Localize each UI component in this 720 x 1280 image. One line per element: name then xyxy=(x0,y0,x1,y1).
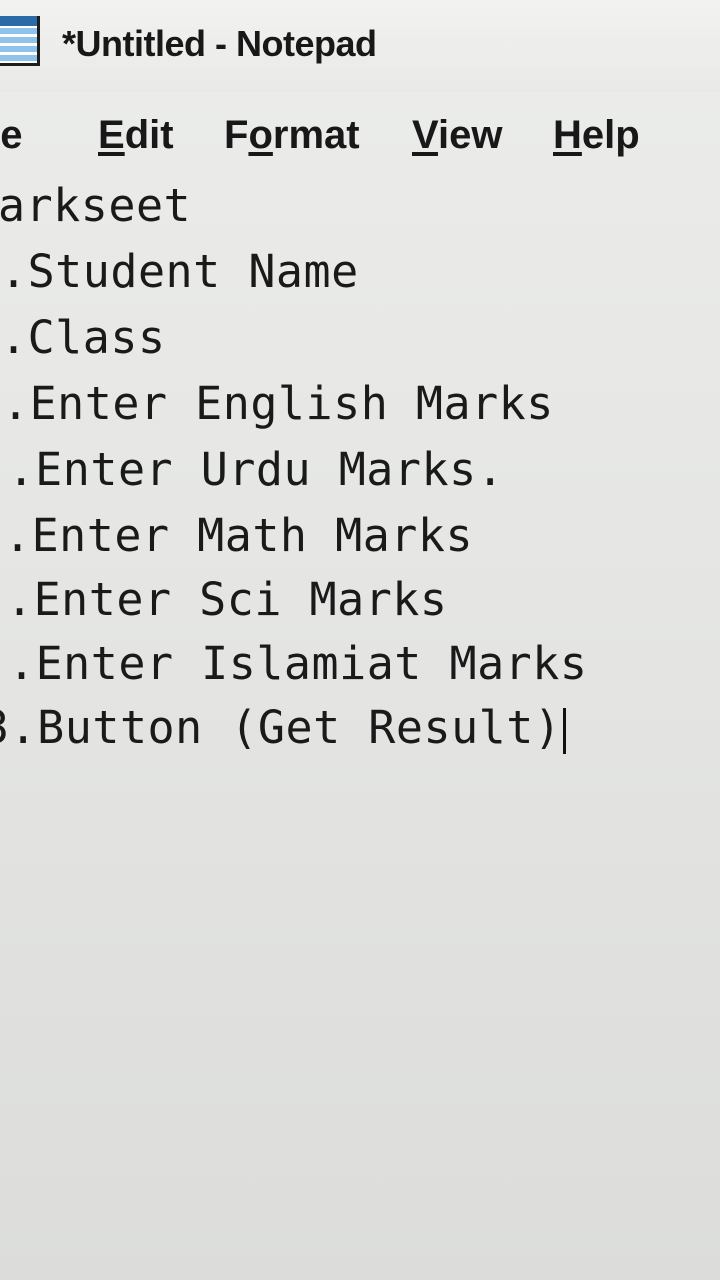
editor-line-9: 3.Button (Get Result) xyxy=(0,698,567,758)
notepad-icon[interactable] xyxy=(0,16,40,66)
menu-file-label: ile xyxy=(0,113,23,157)
menu-help[interactable]: Help xyxy=(553,104,640,166)
editor-line-4: .Enter English Marks xyxy=(2,377,554,430)
title-bar: *Untitled - Notepad xyxy=(0,0,720,92)
editor-line-7: .Enter Sci Marks xyxy=(6,573,448,626)
editor-line-9-text: 3.Button (Get Result) xyxy=(0,701,562,754)
menu-format-accelerator: o xyxy=(248,113,273,157)
menu-help-accelerator: H xyxy=(553,113,582,157)
menu-bar: ile Edit Format View Help xyxy=(0,104,720,166)
editor-line-8: .Enter Islamiat Marks xyxy=(8,637,588,690)
editor-line-5: -.Enter Urdu Marks. xyxy=(0,443,505,496)
editor-line-3: .Class xyxy=(0,311,166,364)
window-title: *Untitled - Notepad xyxy=(62,23,377,64)
menu-format[interactable]: Format xyxy=(224,104,360,166)
menu-format-label-start: F xyxy=(224,113,249,157)
menu-edit-label: dit xyxy=(124,113,174,157)
text-caret xyxy=(563,708,567,754)
menu-help-label: elp xyxy=(581,113,640,157)
menu-edit[interactable]: Edit xyxy=(98,104,174,166)
menu-file[interactable]: ile xyxy=(0,104,22,166)
menu-view[interactable]: View xyxy=(412,104,502,166)
menu-edit-accelerator: E xyxy=(98,113,125,157)
editor-line-1: arkseet xyxy=(0,179,192,232)
editor-line-2: .Student Name xyxy=(0,245,359,298)
text-editor-area[interactable]: arkseet .Student Name .Class .Enter Engl… xyxy=(0,176,720,1280)
menu-view-accelerator: V xyxy=(412,113,438,157)
menu-view-label: iew xyxy=(437,113,503,157)
editor-line-6: .Enter Math Marks xyxy=(4,509,474,562)
menu-format-label-end: rmat xyxy=(272,113,360,157)
